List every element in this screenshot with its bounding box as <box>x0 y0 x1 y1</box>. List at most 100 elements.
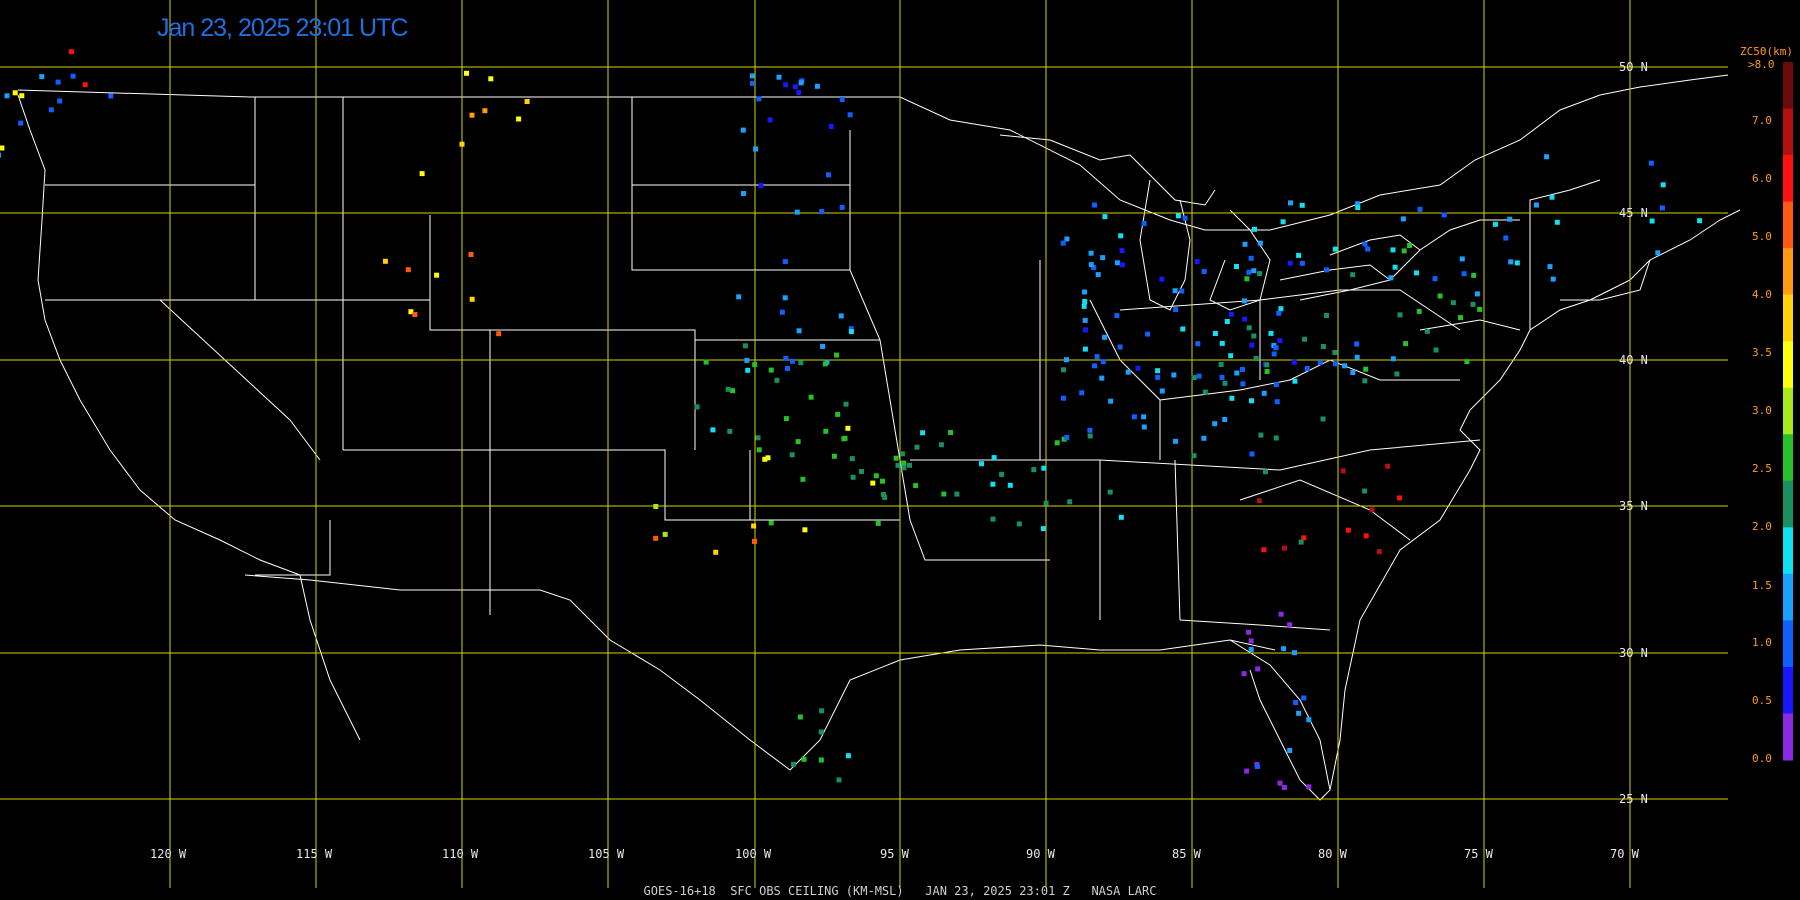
station-marker <box>1043 500 1049 506</box>
legend-label: 5.0 <box>1752 230 1772 243</box>
station-marker <box>1362 488 1368 494</box>
station-marker <box>1088 250 1094 256</box>
station-marker <box>1202 389 1208 395</box>
map-timestamp: Jan 23, 2025 23:01 UTC <box>157 14 408 42</box>
station-marker <box>895 462 901 468</box>
station-marker <box>1141 424 1147 430</box>
station-marker <box>464 70 469 76</box>
station-marker <box>802 527 808 533</box>
station-marker <box>1363 366 1369 372</box>
legend-swatch <box>1783 573 1793 621</box>
station-marker <box>1659 205 1665 211</box>
station-marker <box>758 183 764 189</box>
legend-label: 7.0 <box>1752 114 1772 127</box>
station-marker <box>808 394 814 400</box>
station-marker <box>783 82 789 88</box>
station-marker <box>1159 276 1165 282</box>
station-marker <box>1376 549 1382 555</box>
station-marker <box>999 471 1005 477</box>
station-marker <box>1218 362 1224 367</box>
station-marker <box>836 777 842 783</box>
longitude-label: 70 W <box>1610 847 1640 861</box>
station-marker <box>1099 375 1105 381</box>
station-marker <box>782 259 788 265</box>
station-marker <box>845 425 851 431</box>
station-marker <box>1031 467 1037 473</box>
station-marker <box>756 447 762 453</box>
station-marker <box>875 520 881 526</box>
station-marker <box>899 451 905 457</box>
station-marker <box>1533 202 1539 208</box>
station-marker <box>1554 219 1560 225</box>
station-marker <box>662 531 668 537</box>
station-marker <box>779 309 785 315</box>
station-marker <box>819 708 825 714</box>
station-marker <box>1092 202 1098 208</box>
station-marker <box>749 73 755 79</box>
station-marker <box>1194 259 1200 265</box>
legend-color-bar <box>1783 62 1793 761</box>
station-marker <box>1320 344 1326 349</box>
station-marker <box>1273 345 1279 351</box>
station-marker <box>48 107 54 113</box>
station-marker <box>819 209 825 215</box>
station-marker <box>70 73 76 79</box>
station-marker <box>1016 521 1022 527</box>
longitude-label: 120 W <box>150 847 187 861</box>
station-marker <box>524 99 530 104</box>
station-marker <box>1458 315 1463 321</box>
station-marker <box>828 124 834 129</box>
station-marker <box>843 401 849 407</box>
station-marker <box>818 757 824 763</box>
station-marker <box>1234 264 1239 269</box>
station-marker <box>1082 317 1088 323</box>
station-marker <box>1258 432 1264 438</box>
station-marker <box>12 90 18 96</box>
station-marker <box>1342 363 1348 369</box>
legend-top-label: >8.0 <box>1748 58 1775 71</box>
station-marker <box>1114 260 1120 266</box>
station-marker <box>1264 369 1270 374</box>
station-marker <box>1262 469 1268 475</box>
station-marker <box>1273 435 1279 441</box>
station-marker <box>1471 272 1477 278</box>
station-marker <box>1118 233 1124 239</box>
station-marker <box>469 112 475 118</box>
legend-swatch <box>1783 248 1793 296</box>
station-marker <box>1362 378 1368 384</box>
station-marker <box>873 473 879 479</box>
station-marker <box>1102 334 1108 340</box>
longitude-label: 80 W <box>1318 847 1348 861</box>
station-marker <box>767 117 773 123</box>
station-marker <box>839 204 845 210</box>
station-marker <box>1293 700 1299 705</box>
station-marker <box>752 362 758 368</box>
station-marker <box>469 296 475 302</box>
station-marker <box>1212 331 1218 336</box>
station-marker <box>768 367 774 373</box>
station-marker <box>834 352 839 358</box>
station-marker <box>736 294 742 300</box>
station-marker <box>703 359 709 365</box>
longitude-label: 115 W <box>296 847 333 861</box>
station-marker <box>1088 262 1094 268</box>
station-marker <box>1125 369 1131 375</box>
station-marker <box>382 258 388 264</box>
station-marker <box>749 80 755 86</box>
station-marker <box>1304 366 1310 371</box>
station-marker <box>1242 241 1248 247</box>
station-marker <box>1306 717 1312 723</box>
station-marker <box>1278 611 1284 617</box>
station-marker <box>1461 271 1467 277</box>
station-marker <box>1474 291 1480 297</box>
station-marker <box>765 455 771 461</box>
map-container: 50 N 45 N 40 N 35 N 30 N 25 N 120 W 115 W 110 W 1… <box>0 0 1800 900</box>
station-marker <box>0 152 1 158</box>
station-marker <box>1141 414 1147 420</box>
legend-swatch <box>1783 201 1793 249</box>
station-marker <box>1292 650 1297 656</box>
station-marker <box>1416 308 1422 314</box>
station-marker <box>1407 243 1413 248</box>
station-marker <box>1470 301 1476 307</box>
grid-labels: 50 N 45 N 40 N 35 N 30 N 25 N 120 W 115 W 110 W 1… <box>150 60 1648 861</box>
